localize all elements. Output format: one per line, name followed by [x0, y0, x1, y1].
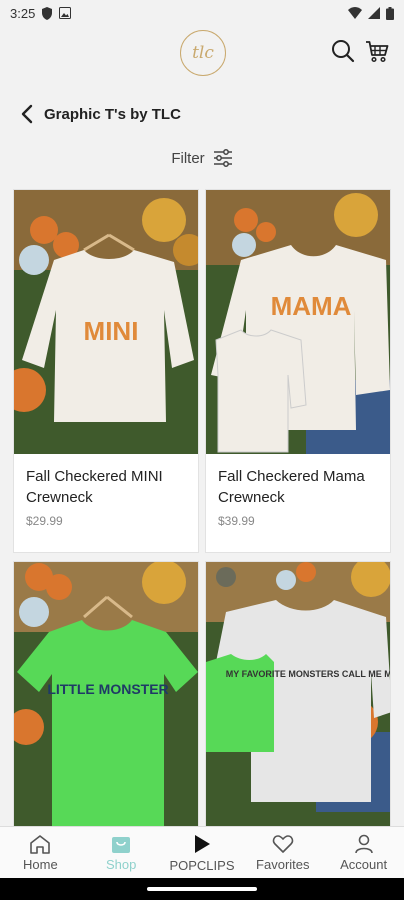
- nav-popclips[interactable]: POPCLIPS: [162, 827, 243, 878]
- shop-icon: [112, 836, 131, 853]
- home-gesture-handle[interactable]: [147, 887, 257, 891]
- product-card[interactable]: LITTLE MONSTER: [13, 561, 199, 827]
- search-button[interactable]: [330, 38, 356, 64]
- home-icon: [30, 834, 51, 854]
- product-name[interactable]: Fall Checkered Mama Crewneck: [218, 466, 378, 508]
- svg-text:MY FAVORITE MONSTERS CALL ME M: MY FAVORITE MONSTERS CALL ME MOM: [226, 669, 390, 679]
- app-header: tlc: [0, 26, 404, 82]
- product-price: $29.99: [26, 514, 63, 528]
- system-gesture-bar: [0, 878, 404, 900]
- product-card[interactable]: MY FAVORITE MONSTERS CALL ME MOM: [205, 561, 391, 827]
- product-image[interactable]: MINI: [14, 190, 198, 454]
- nav-home-label: Home: [23, 856, 58, 872]
- nav-favorites[interactable]: Favorites: [242, 827, 323, 878]
- product-image[interactable]: MY FAVORITE MONSTERS CALL ME MOM: [206, 562, 390, 826]
- status-bar: 3:25: [0, 0, 404, 26]
- battery-icon: [386, 6, 394, 20]
- wifi-icon: [348, 7, 362, 19]
- nav-shop-label: Shop: [106, 856, 137, 872]
- svg-text:LITTLE MONSTER: LITTLE MONSTER: [47, 681, 168, 697]
- nav-account-label: Account: [340, 856, 388, 872]
- page-heading: Graphic T's by TLC: [0, 96, 404, 132]
- svg-text:MINI: MINI: [84, 316, 139, 346]
- account-icon: [354, 834, 373, 853]
- product-price: $39.99: [218, 514, 255, 528]
- heart-icon: [272, 834, 294, 853]
- cart-button[interactable]: [364, 38, 390, 64]
- brand-logo[interactable]: tlc: [180, 30, 226, 76]
- search-icon: [332, 40, 355, 63]
- nav-shop[interactable]: Shop: [81, 827, 162, 878]
- signal-icon: [368, 7, 380, 19]
- shield-icon: [42, 6, 53, 20]
- sliders-icon: [213, 149, 232, 167]
- bottom-nav: Home Shop POPCLIPS Favorites Account: [0, 826, 404, 878]
- product-image[interactable]: LITTLE MONSTER: [14, 562, 198, 826]
- svg-text:MAMA: MAMA: [271, 291, 352, 321]
- nav-home[interactable]: Home: [0, 827, 81, 878]
- nav-favorites-label: Favorites: [256, 856, 310, 872]
- status-time: 3:25: [10, 5, 36, 21]
- nav-account[interactable]: Account: [323, 827, 404, 878]
- product-card[interactable]: MINI Fall Checkered MINI Crewneck $29.99: [13, 189, 199, 553]
- play-icon: [194, 834, 210, 853]
- product-card[interactable]: MAMA Fall Checkered Mama Crewneck $39.99: [205, 189, 391, 553]
- image-icon: [59, 7, 72, 19]
- product-name[interactable]: Fall Checkered MINI Crewneck: [26, 466, 186, 508]
- filter-button[interactable]: Filter: [0, 144, 404, 172]
- page-title: Graphic T's by TLC: [44, 105, 181, 123]
- back-button[interactable]: [14, 101, 40, 127]
- brand-logo-text: tlc: [192, 43, 214, 63]
- product-image[interactable]: MAMA: [206, 190, 390, 454]
- chevron-left-icon: [21, 104, 33, 124]
- filter-label: Filter: [171, 149, 205, 167]
- cart-icon: [366, 41, 389, 63]
- nav-popclips-label: POPCLIPS: [169, 857, 235, 873]
